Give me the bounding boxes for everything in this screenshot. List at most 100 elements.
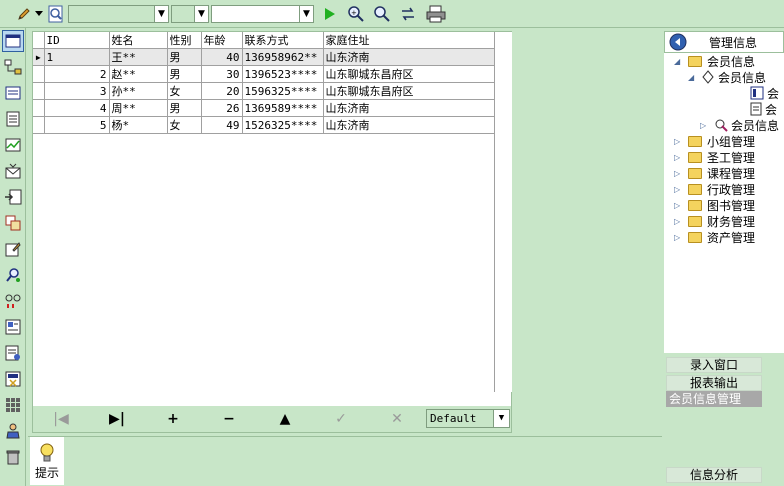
pencil-icon[interactable] (14, 4, 34, 24)
collapsed-icon[interactable]: ▷ (674, 137, 682, 146)
cell-age[interactable]: 30 (201, 65, 243, 83)
add-record-button[interactable]: + (145, 408, 201, 430)
table-row[interactable]: ▶ 1 王** 男 40 136958962** 山东济南 (33, 48, 495, 66)
filter-select[interactable]: Default ▼ (426, 409, 510, 428)
column-header-contact[interactable]: 联系方式 (242, 32, 324, 49)
cell-id[interactable]: 3 (44, 82, 110, 100)
cell-gender[interactable]: 女 (167, 82, 202, 100)
calc-icon[interactable] (2, 368, 24, 390)
expanded-icon[interactable]: ◢ (688, 73, 696, 82)
tree-node-service-mgmt[interactable]: ▷ 圣工管理 (674, 149, 755, 165)
cell-name[interactable]: 杨* (109, 116, 168, 134)
tree-node-member-info-sub[interactable]: ◢ 会员信息 (688, 69, 766, 85)
tree-leaf-2[interactable]: 会 (750, 101, 777, 117)
tree-node-asset-mgmt[interactable]: ▷ 资产管理 (674, 229, 755, 245)
tree-node-course-mgmt[interactable]: ▷ 课程管理 (674, 165, 755, 181)
cell-contact[interactable]: 1596325**** (242, 82, 324, 100)
entry-window-button[interactable]: 录入窗口 (666, 357, 762, 373)
search-users-icon[interactable] (2, 264, 24, 286)
column-header-age[interactable]: 年龄 (201, 32, 243, 49)
tree-node-member-info-2[interactable]: ▷ 会员信息 (700, 117, 779, 133)
member-info-mgmt-item[interactable]: 会员信息管理 (666, 391, 762, 407)
apps-icon[interactable] (2, 394, 24, 416)
cell-age[interactable]: 26 (201, 99, 243, 117)
cell-gender[interactable]: 男 (167, 48, 202, 66)
cell-id[interactable]: 2 (44, 65, 110, 83)
chart-icon[interactable] (2, 134, 24, 156)
grid-icon[interactable] (2, 212, 24, 234)
chevron-down-icon[interactable]: ▼ (194, 5, 208, 22)
last-record-button[interactable]: ▶| (89, 408, 145, 430)
cell-contact[interactable]: 1369589**** (242, 99, 324, 117)
trash-icon[interactable] (2, 446, 24, 468)
cell-contact[interactable]: 136958962** (242, 48, 324, 66)
cell-gender[interactable]: 女 (167, 116, 202, 134)
collapsed-icon[interactable]: ▷ (674, 201, 682, 210)
combo-3[interactable]: ▼ (211, 4, 314, 23)
cell-name[interactable]: 孙** (109, 82, 168, 100)
cell-id[interactable]: 1 (44, 48, 110, 66)
document-icon[interactable] (2, 108, 24, 130)
cell-contact[interactable]: 1396523**** (242, 65, 324, 83)
cell-age[interactable]: 20 (201, 82, 243, 100)
edit-record-button[interactable]: ▲ (257, 408, 313, 430)
report-output-button[interactable]: 报表输出 (666, 375, 762, 391)
link-icon[interactable] (2, 290, 24, 312)
cell-name[interactable]: 赵** (109, 65, 168, 83)
tree-leaf-1[interactable]: 会 (750, 85, 779, 101)
doc-list-icon[interactable] (2, 342, 24, 364)
export-icon[interactable] (2, 186, 24, 208)
table-row[interactable]: 4 周** 男 26 1369589**** 山东济南 (33, 99, 495, 117)
window-icon[interactable] (2, 30, 24, 52)
table-row[interactable]: 3 孙** 女 20 1596325**** 山东聊城东昌府区 (33, 82, 495, 100)
cell-address[interactable]: 山东聊城东昌府区 (323, 82, 495, 100)
chevron-down-icon[interactable]: ▼ (154, 5, 168, 22)
first-record-button[interactable]: |◀ (33, 408, 89, 430)
tree-node-admin-mgmt[interactable]: ▷ 行政管理 (674, 181, 755, 197)
cell-contact[interactable]: 1526325**** (242, 116, 324, 134)
delete-record-button[interactable]: − (201, 408, 257, 430)
cancel-record-button[interactable]: ✕ (369, 408, 425, 430)
collapsed-icon[interactable]: ▷ (674, 169, 682, 178)
chevron-down-icon[interactable]: ▼ (299, 5, 313, 22)
column-header-address[interactable]: 家庭住址 (323, 32, 495, 49)
mail-icon[interactable] (2, 160, 24, 182)
column-header-name[interactable]: 姓名 (109, 32, 168, 49)
grid-scroll-area[interactable] (494, 32, 512, 392)
cell-gender[interactable]: 男 (167, 65, 202, 83)
cell-id[interactable]: 5 (44, 116, 110, 134)
collapsed-icon[interactable]: ▷ (674, 233, 682, 242)
search-page-icon[interactable] (46, 4, 66, 24)
post-record-button[interactable]: ✓ (313, 408, 369, 430)
collapse-icon[interactable] (669, 33, 687, 51)
tree-node-finance-mgmt[interactable]: ▷ 财务管理 (674, 213, 755, 229)
column-header-gender[interactable]: 性别 (167, 32, 202, 49)
cell-address[interactable]: 山东聊城东昌府区 (323, 65, 495, 83)
cell-address[interactable]: 山东济南 (323, 48, 495, 66)
report-icon[interactable] (2, 316, 24, 338)
table-row[interactable]: 5 杨* 女 49 1526325**** 山东济南 (33, 116, 495, 134)
edit-icon[interactable] (2, 238, 24, 260)
print-icon[interactable] (426, 4, 446, 24)
collapsed-icon[interactable]: ▷ (674, 217, 682, 226)
collapsed-icon[interactable]: ▷ (674, 185, 682, 194)
table-row[interactable]: 2 赵** 男 30 1396523**** 山东聊城东昌府区 (33, 65, 495, 83)
user-settings-icon[interactable] (2, 420, 24, 442)
cell-age[interactable]: 40 (201, 48, 243, 66)
collapsed-icon[interactable]: ▷ (700, 121, 708, 130)
dropdown-arrow-icon[interactable] (34, 4, 44, 24)
cell-address[interactable]: 山东济南 (323, 99, 495, 117)
cell-address[interactable]: 山东济南 (323, 116, 495, 134)
play-icon[interactable] (320, 4, 340, 24)
find-icon[interactable]: + (346, 4, 366, 24)
network-icon[interactable] (2, 56, 24, 78)
tree-node-library-mgmt[interactable]: ▷ 图书管理 (674, 197, 755, 213)
tree-node-member-info[interactable]: ◢ 会员信息 (674, 53, 755, 69)
cell-id[interactable]: 4 (44, 99, 110, 117)
combo-2[interactable]: ▼ (171, 4, 209, 23)
collapsed-icon[interactable]: ▷ (674, 153, 682, 162)
cell-name[interactable]: 王** (109, 48, 168, 66)
find-next-icon[interactable] (372, 4, 392, 24)
cell-gender[interactable]: 男 (167, 99, 202, 117)
cell-name[interactable]: 周** (109, 99, 168, 117)
